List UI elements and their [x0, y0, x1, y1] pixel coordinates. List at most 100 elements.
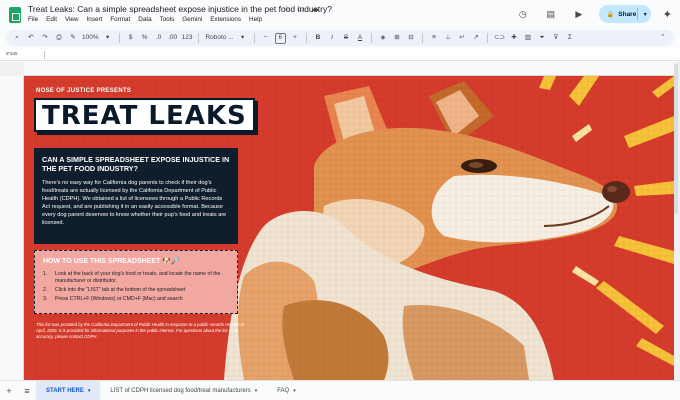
plus-icon[interactable]: +: [0, 386, 18, 396]
link-icon[interactable]: ⊂⊃: [494, 32, 505, 44]
menu-bar: File Edit View Insert Format Data Tools …: [28, 16, 262, 23]
text-color-button[interactable]: A: [355, 32, 365, 44]
font-select[interactable]: Roboto ...: [205, 32, 233, 44]
chart-icon[interactable]: ▥: [523, 32, 533, 44]
percent-format-button[interactable]: %: [140, 32, 150, 44]
menu-view[interactable]: View: [65, 16, 79, 23]
align-left-icon[interactable]: ≡: [429, 32, 439, 44]
filter-icon[interactable]: ⏷: [537, 32, 547, 44]
number-format-button[interactable]: 123: [182, 32, 193, 44]
howto-step: 1. Look at the back of your dog’s food o…: [43, 271, 229, 285]
tab-label: START HERE: [46, 387, 84, 394]
chevron-down-icon[interactable]: ▾: [88, 388, 91, 394]
undo-icon[interactable]: ↶: [26, 32, 36, 44]
title-bar: Treat Leaks: Can a simple spreadsheet ex…: [0, 0, 680, 30]
step-number: 2.: [43, 287, 48, 293]
menu-extensions[interactable]: Extensions: [210, 16, 241, 23]
comments-icon[interactable]: ▤: [543, 6, 559, 22]
toolbar-divider: [198, 33, 200, 43]
howto-step: 3. Press CTRL+F (Windows) or CMD+F (Mac)…: [43, 296, 229, 303]
headline-box: TREAT LEAKS: [34, 98, 255, 132]
zoom-select[interactable]: 100%: [82, 32, 99, 44]
collapse-toolbar-icon[interactable]: ⌃: [658, 32, 668, 44]
chevron-down-icon[interactable]: ▾: [255, 388, 258, 394]
toolbar-divider: [422, 33, 424, 43]
menu-edit[interactable]: Edit: [46, 16, 57, 23]
italic-button[interactable]: I: [327, 32, 337, 44]
currency-format-button[interactable]: $: [126, 32, 136, 44]
share-divider: [636, 8, 638, 20]
folder-icon[interactable]: ▭: [297, 4, 305, 13]
howto-step: 2. Click into the “LIST” tab at the bott…: [43, 287, 229, 294]
top-right-controls: ◷ ▤ ▶ 🔒 Share ▾ ✦: [515, 4, 672, 24]
formula-bar: IF345: [0, 49, 680, 61]
redo-icon[interactable]: ↷: [40, 32, 50, 44]
toolbar: ⌕ ↶ ↷ ⎙ ✎ 100% ▾ $ % .0 .00 123 Roboto .…: [6, 30, 674, 46]
step-number: 3.: [43, 296, 48, 302]
chevron-down-icon[interactable]: ▾: [293, 388, 296, 394]
intro-text: There’s no easy way for California dog p…: [42, 180, 227, 226]
lock-icon: 🔒: [606, 11, 615, 18]
chevron-down-icon[interactable]: ▾: [103, 32, 113, 44]
filter-views-icon[interactable]: ⊽: [551, 32, 561, 44]
star-icon[interactable]: ☆: [283, 4, 290, 13]
tab-start-here[interactable]: START HERE ▾: [36, 380, 101, 400]
gemini-icon[interactable]: ✦: [663, 8, 672, 21]
decrease-decimal-button[interactable]: .0: [154, 32, 164, 44]
comment-icon[interactable]: ✚: [509, 32, 519, 44]
chevron-down-icon[interactable]: ▾: [644, 11, 647, 18]
search-icon[interactable]: ⌕: [12, 32, 22, 44]
menu-data[interactable]: Data: [138, 16, 151, 23]
toolbar-divider: [306, 33, 308, 43]
howto-title: HOW TO USE THIS SPREADSHEET 🐶🔎: [43, 258, 180, 265]
font-size-increase-button[interactable]: +: [290, 32, 300, 44]
menu-help[interactable]: Help: [249, 16, 262, 23]
vertical-align-icon[interactable]: ⊥: [443, 32, 453, 44]
font-size-input[interactable]: 6: [274, 32, 287, 44]
name-box[interactable]: IF345: [6, 51, 18, 56]
toolbar-divider: [371, 33, 373, 43]
tab-label: FAQ: [277, 387, 290, 394]
menu-insert[interactable]: Insert: [87, 16, 103, 23]
step-text: Look at the back of your dog’s food or t…: [55, 271, 221, 284]
borders-icon[interactable]: ⊞: [392, 32, 402, 44]
bold-button[interactable]: B: [313, 32, 323, 44]
share-button[interactable]: 🔒 Share ▾: [598, 5, 651, 23]
sheet-tabs-bar: + ≡ START HERE ▾ LIST of CDPH licensed d…: [0, 380, 680, 400]
increase-decimal-button[interactable]: .00: [168, 32, 178, 44]
tab-label: LIST of CDPH licensed dog food/treat man…: [110, 387, 251, 394]
disclaimer-text: This list was provided by the California…: [36, 322, 245, 339]
fill-color-icon[interactable]: ◈: [378, 32, 388, 44]
merge-cells-icon[interactable]: ⊟: [406, 32, 416, 44]
meet-icon[interactable]: ▶: [571, 6, 587, 22]
formula-divider: [44, 51, 45, 59]
sheets-logo-icon[interactable]: [9, 7, 21, 23]
toolbar-divider: [253, 33, 255, 43]
howto-card: HOW TO USE THIS SPREADSHEET 🐶🔎 1. Look a…: [34, 250, 238, 314]
font-size-decrease-button[interactable]: −: [261, 32, 271, 44]
menu-icon[interactable]: ≡: [18, 386, 36, 396]
strikethrough-button[interactable]: S: [341, 32, 351, 44]
toolbar-divider: [487, 33, 489, 43]
tab-faq[interactable]: FAQ ▾: [267, 381, 306, 400]
toolbar-divider: [118, 33, 120, 43]
poster-image: NOSE OF JUSTICE PRESENTS TREAT LEAKS CAN…: [24, 76, 674, 380]
menu-tools[interactable]: Tools: [160, 16, 175, 23]
functions-icon[interactable]: Σ: [565, 32, 575, 44]
print-icon[interactable]: ⎙: [54, 32, 64, 44]
tab-list[interactable]: LIST of CDPH licensed dog food/treat man…: [100, 381, 267, 400]
sheet-area: NOSE OF JUSTICE PRESENTS TREAT LEAKS CAN…: [0, 62, 680, 380]
menu-file[interactable]: File: [28, 16, 38, 23]
paint-format-icon[interactable]: ✎: [68, 32, 78, 44]
text-wrap-icon[interactable]: ↵: [457, 32, 467, 44]
chevron-down-icon[interactable]: ▾: [238, 32, 248, 44]
row-headers[interactable]: [0, 76, 24, 380]
text-rotation-icon[interactable]: ↗: [471, 32, 481, 44]
vertical-scrollbar[interactable]: [674, 64, 678, 214]
intro-question: CAN A SIMPLE SPREADSHEET EXPOSE INJUSTIC…: [42, 155, 230, 173]
menu-format[interactable]: Format: [110, 16, 130, 23]
history-icon[interactable]: ◷: [515, 6, 531, 22]
menu-gemini[interactable]: Gemini: [182, 16, 202, 23]
cloud-icon[interactable]: ☁: [311, 4, 319, 13]
column-headers[interactable]: [24, 62, 674, 76]
